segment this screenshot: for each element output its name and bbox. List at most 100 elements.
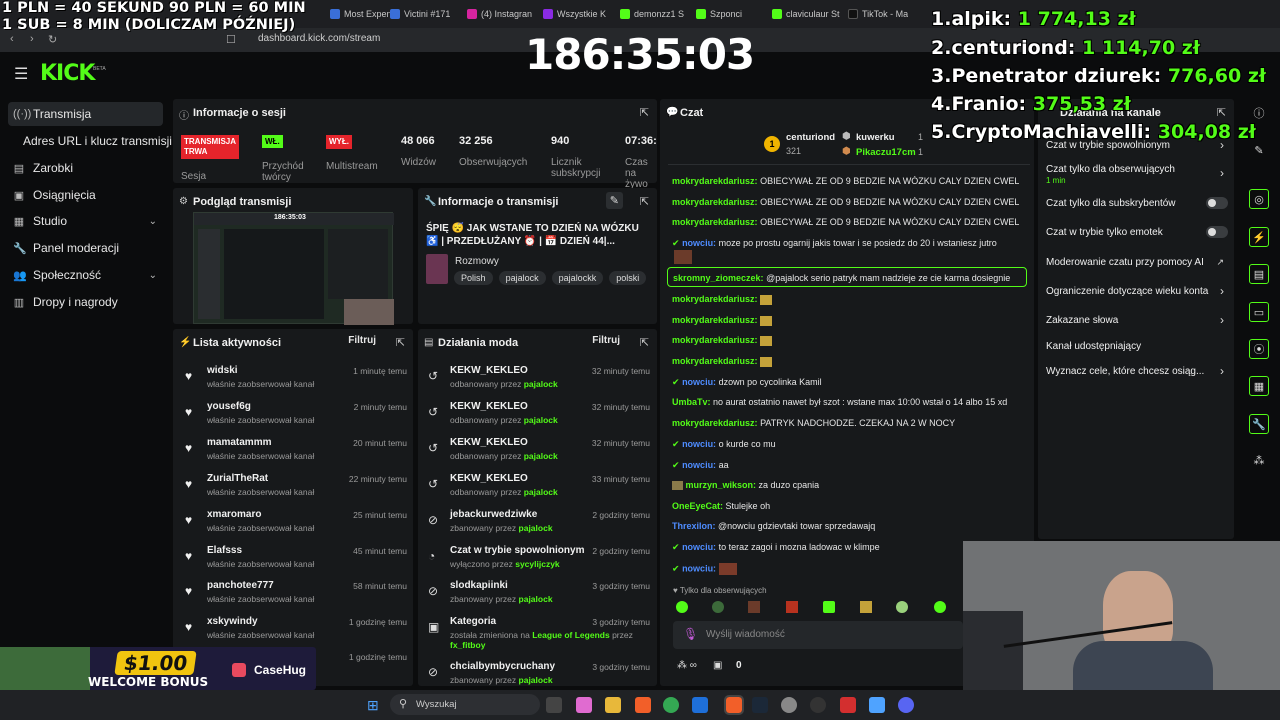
mod-target[interactable]: slodkapiinki	[450, 580, 508, 591]
setting-banned-words[interactable]: Zakazane słowa ›	[1046, 313, 1228, 327]
mod-target[interactable]: KEKW_KEKLEO	[450, 365, 528, 376]
chat-username[interactable]: mokrydarekdariusz:	[672, 197, 758, 207]
follower-name[interactable]: yousef6g	[207, 401, 251, 412]
chat-username[interactable]: OneEyeCat:	[672, 501, 723, 511]
chrome-icon[interactable]	[663, 697, 679, 713]
follower-name[interactable]: widski	[207, 365, 238, 376]
follower-name[interactable]: xmaromaro	[207, 509, 261, 520]
sidebar-item-stream-key[interactable]: Adres URL i klucz transmisji	[18, 129, 173, 153]
reload-icon[interactable]: ↻	[48, 33, 57, 46]
tag[interactable]: polski	[609, 271, 647, 285]
setting-emote-only[interactable]: Czat w trybie tylko emotek	[1046, 226, 1228, 238]
stream-preview-video[interactable]: 186:35:03	[193, 212, 394, 325]
menu-icon[interactable]: ☰	[14, 64, 28, 84]
bookmark-icon[interactable]: ☐	[226, 33, 236, 46]
url-field[interactable]: dashboard.kick.com/stream	[258, 33, 380, 44]
chat-username[interactable]: nowciu:	[682, 377, 716, 387]
discord-icon[interactable]	[898, 697, 914, 713]
sidebar-item-studio[interactable]: ▦ Studio ⌄	[8, 209, 163, 233]
obs-icon[interactable]	[810, 697, 826, 713]
back-icon[interactable]: ‹	[10, 33, 14, 45]
gift-icon[interactable]: ⁂ ∞	[677, 660, 697, 671]
sidebar-item-drops[interactable]: ▥ Dropy i nagrody	[8, 290, 163, 314]
chat-username[interactable]: mokrydarekdariusz:	[672, 294, 758, 304]
toggle-switch[interactable]	[1206, 226, 1228, 238]
browser-tab[interactable]: claviculaur St	[772, 5, 840, 23]
sidebar-item-stream[interactable]: ((·)) Transmisja	[8, 102, 163, 126]
emote-icon[interactable]	[896, 601, 908, 613]
browser-tab[interactable]: TikTok - Ma	[848, 5, 908, 23]
browser-tab[interactable]: Victini #171	[390, 5, 450, 23]
toggle-switch[interactable]	[1206, 197, 1228, 209]
chat-username[interactable]: skromny_ziomeczek:	[673, 273, 764, 283]
sidebar-item-achievements[interactable]: ▣ Osiągnięcia	[8, 183, 163, 207]
mod-target[interactable]: jebackurwedziwke	[450, 509, 537, 520]
emote-icon[interactable]	[823, 601, 835, 613]
emote-icon[interactable]	[934, 601, 946, 613]
browser-tab[interactable]: Szponci	[696, 5, 742, 23]
setting-ai-moderation[interactable]: Moderowanie czatu przy pomocy AI ↗	[1046, 257, 1228, 268]
setting-followers-only[interactable]: Czat tylko dla obserwujących 1 min ›	[1046, 164, 1228, 186]
expand-icon[interactable]: ⇱	[640, 336, 649, 349]
filter-button[interactable]: Filtruj	[592, 335, 620, 346]
steam-icon[interactable]	[752, 697, 768, 713]
kick-logo[interactable]: KICK	[40, 61, 95, 86]
mod-target[interactable]: chcialbymbycruchany	[450, 661, 555, 672]
setting-goals[interactable]: Wyznacz cele, które chcesz osiąg... ›	[1046, 364, 1228, 378]
setting-host-channel[interactable]: Kanał udostępniający	[1046, 341, 1228, 352]
wrench-icon[interactable]: 🔧	[1249, 414, 1269, 434]
target-icon[interactable]: ◎	[1249, 189, 1269, 209]
sidebar-item-moderation[interactable]: 🔧 Panel moderacji	[8, 236, 163, 260]
tag[interactable]: pajalock	[498, 271, 546, 285]
follower-name[interactable]: Elafsss	[207, 545, 242, 556]
expand-icon[interactable]: ⇱	[396, 336, 405, 349]
mod-target[interactable]: Czat w trybie spowolnionym	[450, 545, 584, 556]
sidebar-item-community[interactable]: 👥 Społeczność ⌄	[8, 263, 163, 287]
chat-username[interactable]: mokrydarekdariusz:	[672, 418, 758, 428]
windows-start-icon[interactable]: ⊞	[367, 697, 379, 714]
document-icon[interactable]: ▤	[1249, 264, 1269, 284]
store-icon[interactable]	[692, 697, 708, 713]
top-chatter-name[interactable]: centuriond	[786, 132, 835, 143]
settings-icon[interactable]	[781, 697, 797, 713]
chat-username[interactable]: nowciu:	[682, 563, 716, 573]
chat-username[interactable]: mokrydarekdariusz:	[672, 356, 758, 366]
browser-tab[interactable]: Wszystkie K	[543, 5, 606, 23]
expand-icon[interactable]: ⇱	[640, 195, 649, 208]
chat-username[interactable]: Threxilon:	[672, 521, 716, 531]
emote-icon[interactable]	[676, 601, 688, 613]
tag[interactable]: pajalockk	[551, 271, 604, 285]
setting-account-age[interactable]: Ograniczenie dotyczące wieku konta ›	[1046, 284, 1228, 298]
emote-icon[interactable]	[712, 601, 724, 613]
edit-icon[interactable]: ✎	[605, 192, 623, 209]
microphone-icon[interactable]: 🎙	[683, 627, 698, 641]
taskbar-search[interactable]: ⚲ Wyszukaj	[390, 694, 540, 715]
chat-username[interactable]: murzyn_wikson:	[686, 480, 757, 490]
top-chatter-name[interactable]: Pikaczu17cm	[856, 147, 916, 158]
broadcast-icon[interactable]: ⦿	[1249, 339, 1269, 359]
brave-active-icon[interactable]	[724, 695, 744, 715]
chat-username[interactable]: mokrydarekdariusz:	[672, 176, 758, 186]
filter-button[interactable]: Filtruj	[348, 335, 376, 346]
follower-name[interactable]: ZurialTheRat	[207, 473, 268, 484]
browser-tab[interactable]: demonzz1 S	[620, 5, 684, 23]
mod-target[interactable]: Kategoria	[450, 616, 496, 627]
top-chatter-name[interactable]: kuwerku	[856, 132, 895, 143]
emote-icon[interactable]	[748, 601, 760, 613]
task-view-icon[interactable]	[546, 697, 562, 713]
brave-icon[interactable]	[635, 697, 651, 713]
mod-target[interactable]: KEKW_KEKLEO	[450, 473, 528, 484]
chat-input[interactable]: 🎙 Wyślij wiadomość	[673, 621, 963, 649]
emote-icon[interactable]	[860, 601, 872, 613]
tag[interactable]: Polish	[454, 271, 493, 285]
copilot-icon[interactable]	[576, 697, 592, 713]
app-icon[interactable]	[840, 697, 856, 713]
sidebar-item-earnings[interactable]: ▤ Zarobki	[8, 156, 163, 180]
chat-username[interactable]: nowciu:	[682, 238, 716, 248]
chat-username[interactable]: mokrydarekdariusz:	[672, 315, 758, 325]
grid-icon[interactable]: ▦	[1249, 376, 1269, 396]
chat-username[interactable]: mokrydarekdariusz:	[672, 217, 758, 227]
bolt-icon[interactable]: ⚡	[1249, 227, 1269, 247]
chat-icon[interactable]: ▭	[1249, 302, 1269, 322]
follower-name[interactable]: panchotee777	[207, 580, 274, 591]
